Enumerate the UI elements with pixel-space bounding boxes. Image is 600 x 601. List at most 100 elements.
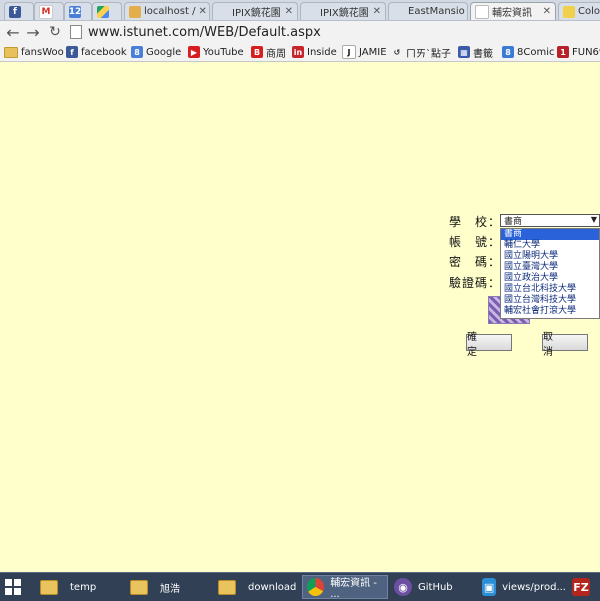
- taskbar-item-download[interactable]: download: [214, 575, 300, 599]
- bookmark-8comic[interactable]: 8 8Comic: [502, 44, 554, 60]
- bookmark-inside[interactable]: in Inside: [292, 44, 337, 60]
- fun-icon: 1: [557, 46, 569, 58]
- tab-eastmansion[interactable]: EastMansio ✕: [388, 2, 468, 20]
- school-option[interactable]: 書商: [501, 229, 599, 240]
- tab-ipix-2[interactable]: IPIX鏡花園 ✕: [300, 2, 386, 20]
- tab-label: 輔宏資訊: [492, 4, 532, 19]
- page-icon: [70, 25, 82, 39]
- taskbar-item-editor[interactable]: ▣ views/prod...: [478, 575, 566, 599]
- tab-ipix-1[interactable]: IPIX鏡花園 ✕: [212, 2, 298, 20]
- folder-icon: [218, 580, 236, 595]
- taskbar-label: GitHub: [418, 582, 453, 593]
- page-icon: [217, 6, 229, 18]
- tab-color[interactable]: Color: [558, 2, 600, 20]
- tab-drive[interactable]: [92, 2, 122, 20]
- facebook-icon: f: [66, 46, 78, 58]
- password-label: 密 碼：: [449, 253, 501, 270]
- taskbar-item-user-folder[interactable]: 旭浩: [126, 575, 212, 599]
- school-option[interactable]: 國立臺灣大學: [501, 262, 599, 273]
- github-icon: ◉: [394, 578, 412, 596]
- taskbar-label: temp: [70, 582, 96, 593]
- tab-gmail[interactable]: M: [34, 2, 64, 20]
- bookmark-label: facebook: [81, 47, 127, 58]
- page-icon: [393, 6, 405, 18]
- school-label: 學 校：: [449, 213, 501, 230]
- windows-icon: [4, 578, 22, 596]
- tab-calendar[interactable]: 12: [64, 2, 92, 20]
- inside-icon: in: [292, 46, 304, 58]
- 8comic-icon: 8: [502, 46, 514, 58]
- school-select[interactable]: 書商 ▼: [500, 214, 600, 227]
- reload-icon[interactable]: ↻: [46, 23, 64, 41]
- grid-icon: ▦: [458, 46, 470, 58]
- bookmark-idea[interactable]: ↺ ㄇㄞˋ點子: [391, 44, 451, 60]
- tab-label: IPIX鏡花園: [232, 4, 281, 19]
- back-arrow-icon[interactable]: ←: [4, 23, 22, 41]
- start-button[interactable]: [0, 575, 34, 599]
- school-option[interactable]: 國立台灣科技大學: [501, 295, 599, 306]
- dropdown-arrow-icon: ▼: [591, 215, 597, 224]
- school-option[interactable]: 輔宏社會打滾大學: [501, 306, 599, 317]
- school-option[interactable]: 輔仁大學: [501, 240, 599, 251]
- b-icon: B: [251, 46, 263, 58]
- forward-arrow-icon[interactable]: →: [24, 23, 42, 41]
- chrome-icon: [307, 578, 324, 596]
- taskbar-label: views/prod...: [502, 582, 566, 593]
- school-option[interactable]: 國立陽明大學: [501, 251, 599, 262]
- confirm-button[interactable]: 確 定: [466, 334, 512, 351]
- bookmark-label: 商周: [266, 45, 286, 60]
- close-icon[interactable]: ✕: [198, 6, 206, 17]
- taskbar-item-temp[interactable]: temp: [36, 575, 124, 599]
- close-icon[interactable]: ✕: [373, 6, 381, 17]
- taskbar-item-filezilla[interactable]: FZ: [568, 575, 600, 599]
- page-icon: [563, 6, 575, 18]
- taskbar: temp 旭浩 download 輔宏資訊 - ... ◉ GitHub ▣ v…: [0, 572, 600, 601]
- bookmark-jamie[interactable]: J JAMIE: [342, 44, 387, 60]
- tab-label: Color: [578, 6, 600, 17]
- tab-localhost[interactable]: localhost / ✕: [124, 2, 210, 20]
- tab-facebook[interactable]: f: [4, 2, 34, 20]
- tab-strip: f M 12 localhost / ✕ IPIX鏡花園 ✕ IPIX鏡花園 ✕…: [0, 0, 600, 21]
- bookmark-fanswoo[interactable]: fansWoo: [4, 44, 64, 60]
- tab-active[interactable]: 輔宏資訊 ✕: [470, 2, 556, 20]
- google-icon: 8: [131, 46, 143, 58]
- address-bar[interactable]: www.istunet.com/WEB/Default.aspx: [70, 22, 600, 42]
- youtube-icon: ▶: [188, 46, 200, 58]
- bookmark-label: 8Comic: [517, 47, 554, 58]
- tab-label: EastMansio: [408, 6, 465, 17]
- gmail-icon: M: [39, 5, 53, 19]
- school-option[interactable]: 國立台北科技大學: [501, 284, 599, 295]
- bookmark-business[interactable]: B 商周: [251, 44, 286, 60]
- user-folder-icon: [130, 580, 148, 595]
- bookmark-label: YouTube: [203, 47, 244, 58]
- page-icon: [305, 6, 317, 18]
- taskbar-label: 輔宏資訊 - ...: [330, 574, 387, 600]
- filezilla-icon: FZ: [572, 578, 590, 596]
- account-label: 帳 號：: [449, 233, 501, 250]
- taskbar-label: 旭浩: [160, 580, 180, 595]
- bookmark-label: 書籤: [473, 45, 493, 60]
- captcha-label: 驗證碼：: [449, 274, 501, 291]
- page-icon: [129, 6, 141, 18]
- bookmark-label: Google: [146, 47, 181, 58]
- cancel-button[interactable]: 取 消: [542, 334, 588, 351]
- close-icon[interactable]: ✕: [543, 6, 551, 17]
- close-icon[interactable]: ✕: [285, 6, 293, 17]
- folder-icon: [4, 47, 18, 58]
- school-dropdown-list: 書商 輔仁大學 國立陽明大學 國立臺灣大學 國立政治大學 國立台北科技大學 國立…: [500, 228, 600, 319]
- bookmark-shelf[interactable]: ▦ 書籤: [458, 44, 493, 60]
- taskbar-item-chrome[interactable]: 輔宏資訊 - ...: [302, 575, 388, 599]
- bookmark-facebook[interactable]: f facebook: [66, 44, 127, 60]
- bookmark-label: ㄇㄞˋ點子: [406, 45, 451, 60]
- school-option[interactable]: 國立政治大學: [501, 273, 599, 284]
- url-text: www.istunet.com/WEB/Default.aspx: [88, 25, 321, 40]
- taskbar-item-github[interactable]: ◉ GitHub: [390, 575, 476, 599]
- bookmark-fun69[interactable]: 1 FUN69: [557, 44, 600, 60]
- editor-icon: ▣: [482, 578, 496, 596]
- bookmark-youtube[interactable]: ▶ YouTube: [188, 44, 244, 60]
- bookmark-label: fansWoo: [21, 47, 64, 58]
- bookmarks-bar: fansWoo f facebook 8 Google ▶ YouTube B …: [0, 43, 600, 62]
- bookmark-google[interactable]: 8 Google: [131, 44, 181, 60]
- page-icon: [475, 5, 489, 19]
- bookmark-label: JAMIE: [359, 47, 387, 58]
